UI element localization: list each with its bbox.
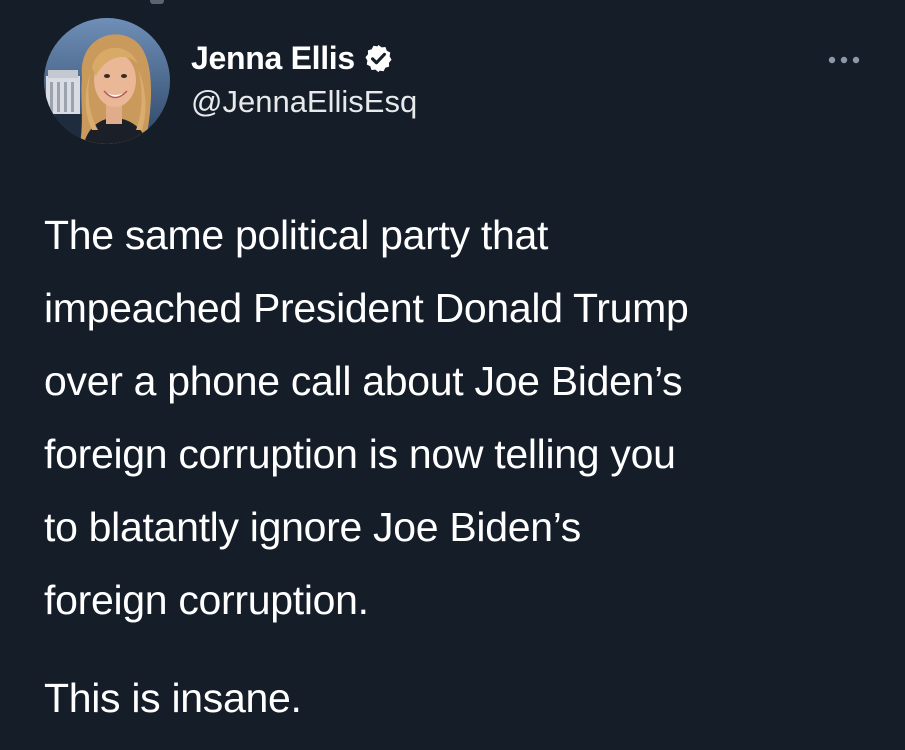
author-name-row[interactable]: Jenna Ellis	[191, 38, 394, 78]
more-horizontal-icon	[828, 56, 860, 64]
more-options-button[interactable]	[820, 48, 868, 72]
author-handle[interactable]: @JennaEllisEsq	[191, 83, 417, 121]
tweet-text-line: over a phone call about Joe Biden’s	[44, 358, 683, 404]
tweet-text-paragraph-2: This is insane.	[44, 675, 302, 721]
tweet-card: Jenna Ellis @JennaEllisEsq The same poli…	[0, 0, 905, 750]
verified-badge-icon	[363, 43, 394, 74]
tweet-text-line: foreign corruption.	[44, 577, 369, 623]
tweet-text-line: The same political party that	[44, 212, 549, 258]
tweet-text: The same political party that impeached …	[44, 199, 879, 637]
tweet-text-line: to blatantly ignore Joe Biden’s	[44, 504, 581, 550]
tweet-text-line: foreign corruption is now telling you	[44, 431, 676, 477]
profile-photo-icon	[44, 18, 170, 144]
avatar[interactable]	[44, 18, 170, 144]
cropped-previous-content	[150, 0, 164, 4]
tweet-text-line: impeached President Donald Trump	[44, 285, 689, 331]
author-display-name[interactable]: Jenna Ellis	[191, 38, 355, 78]
